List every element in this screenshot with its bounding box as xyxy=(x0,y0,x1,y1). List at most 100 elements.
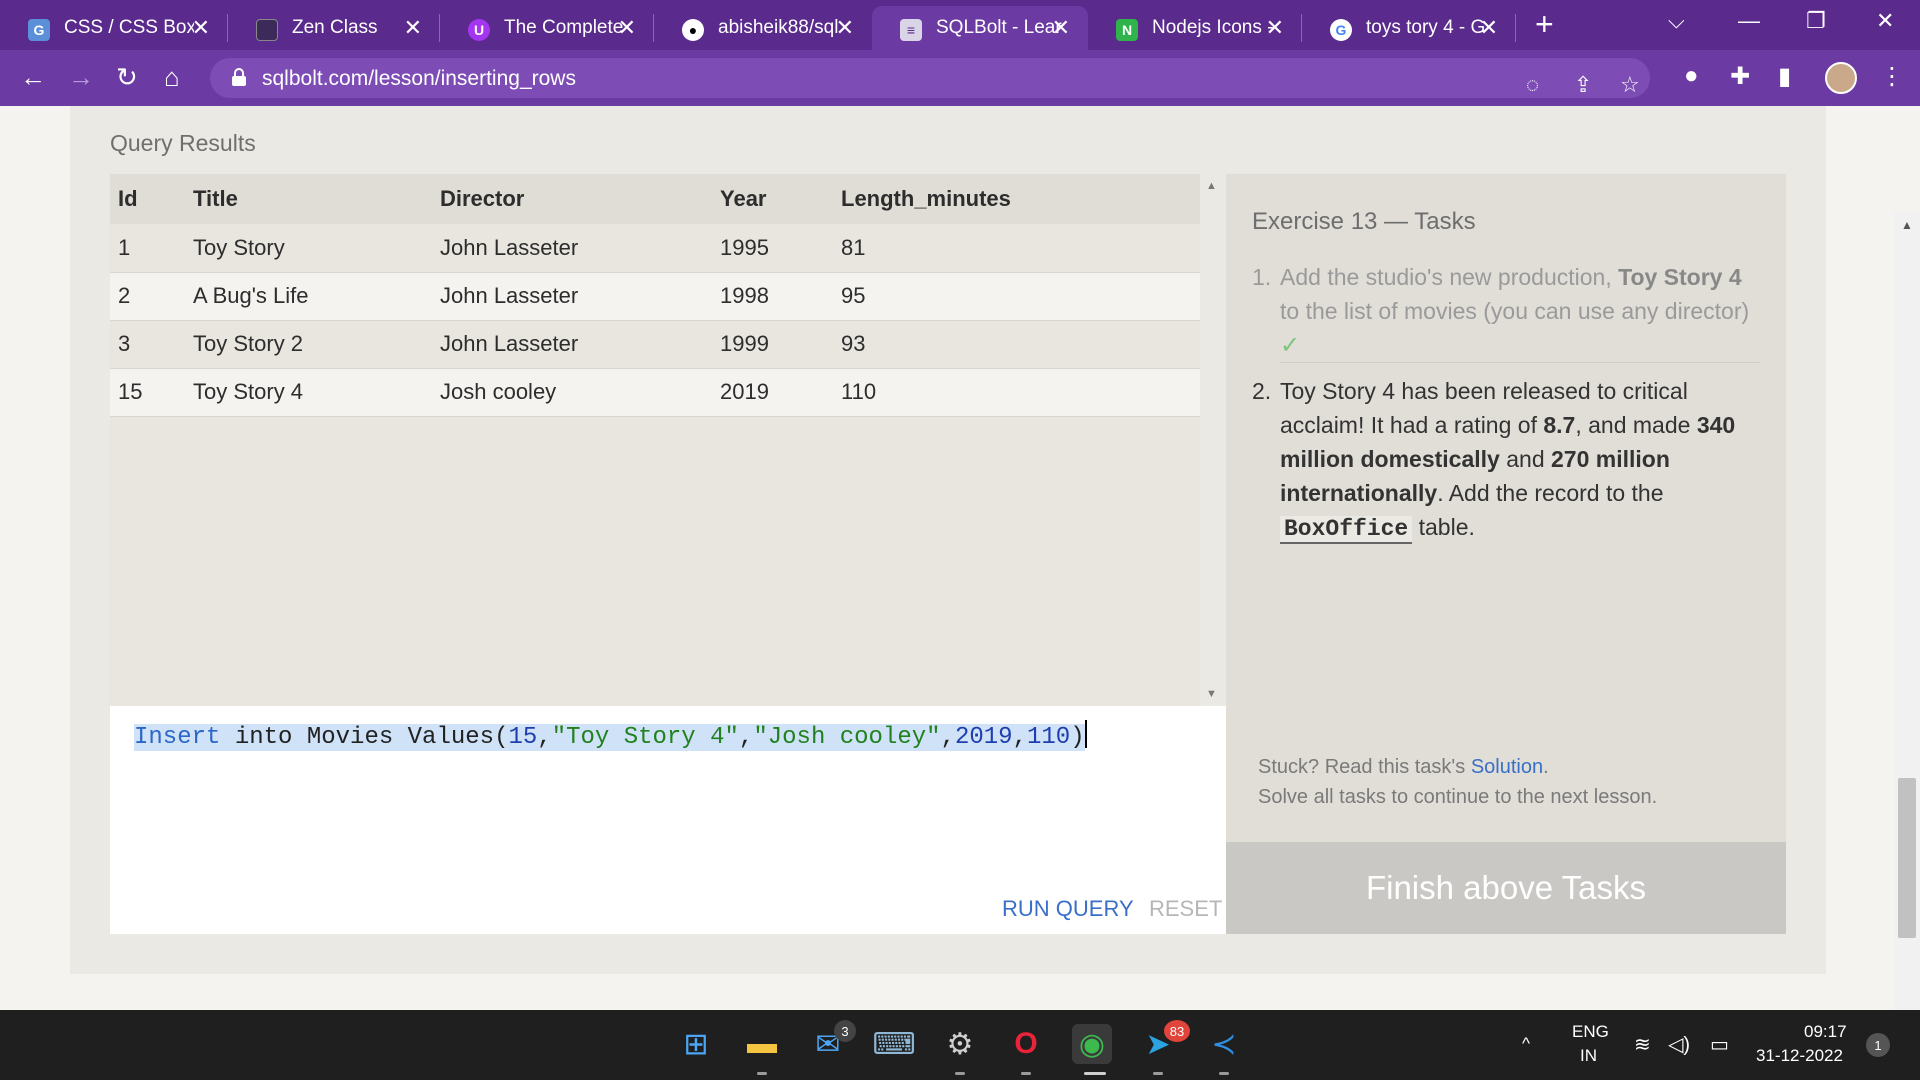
puzzle-extensions-icon[interactable]: ✚ xyxy=(1730,62,1750,91)
task-number: 1. xyxy=(1252,264,1272,290)
reload-icon[interactable]: ↻ xyxy=(116,62,138,93)
running-indicator xyxy=(1219,1072,1229,1075)
vscode-icon[interactable]: ≺ xyxy=(1204,1024,1244,1064)
close-icon[interactable]: ✕ xyxy=(618,15,636,41)
table-cell: 110 xyxy=(833,368,1200,417)
close-icon[interactable]: ✕ xyxy=(1052,15,1070,41)
chrome-browser-icon[interactable]: ◉ xyxy=(1072,1024,1112,1064)
table-cell: 15 xyxy=(110,368,185,417)
new-tab-icon[interactable]: + xyxy=(1535,6,1554,43)
home-icon[interactable]: ⌂ xyxy=(164,62,180,93)
sql-punct: , xyxy=(1012,724,1027,751)
browser-tab-bar: G CSS / CSS Box ✕ Zen Class ✕ U The Comp… xyxy=(0,0,1920,50)
tab-css-box[interactable]: G CSS / CSS Box ✕ xyxy=(0,6,228,50)
running-indicator xyxy=(1021,1072,1031,1075)
run-query-button[interactable]: RUN QUERY xyxy=(1002,896,1134,922)
extension-icon[interactable]: ● xyxy=(1684,62,1699,90)
sql-punct: ) xyxy=(1070,724,1085,751)
column-header-year: Year xyxy=(712,174,833,224)
tab-github[interactable]: ● abisheik88/sql ✕ xyxy=(654,6,872,50)
table-cell: 1995 xyxy=(712,224,833,273)
bookmark-star-icon[interactable]: ☆ xyxy=(1620,72,1640,98)
sql-number: 110 xyxy=(1026,724,1071,751)
menu-dots-icon[interactable]: ⋮ xyxy=(1880,62,1904,91)
column-header-director: Director xyxy=(432,174,712,224)
window-close-icon[interactable]: ✕ xyxy=(1876,8,1894,34)
query-results-title: Query Results xyxy=(110,130,256,156)
restore-icon[interactable]: ❐ xyxy=(1806,8,1826,34)
table-cell: John Lasseter xyxy=(432,224,712,273)
tab-zen-class[interactable]: Zen Class ✕ xyxy=(228,6,440,50)
scroll-up-arrow-icon[interactable]: ▲ xyxy=(1206,180,1217,192)
tab-separator xyxy=(1515,14,1516,42)
windows-start-icon[interactable]: ⊞ xyxy=(676,1024,716,1064)
tab-nodejs-icons[interactable]: N Nodejs Icons - ✕ xyxy=(1088,6,1302,50)
task-text-bold: 8.7 xyxy=(1543,412,1576,438)
task-text-part: . Add the record to the xyxy=(1437,480,1664,506)
task-text-part: Add the studio's new production, xyxy=(1280,264,1619,290)
sql-number: 2019 xyxy=(954,724,1013,751)
avatar[interactable] xyxy=(1825,62,1857,94)
battery-icon[interactable]: ▭ xyxy=(1710,1032,1729,1057)
nodejs-icons-icon: N xyxy=(1116,19,1138,41)
close-icon[interactable]: ✕ xyxy=(1480,15,1498,41)
tab-sqlbolt[interactable]: ≡ SQLBolt - Lear ✕ xyxy=(872,6,1088,50)
clock-date[interactable]: 31-12-2022 xyxy=(1756,1046,1843,1066)
google-icon: G xyxy=(1330,19,1352,41)
close-icon[interactable]: ✕ xyxy=(836,15,854,41)
region-indicator[interactable]: IN xyxy=(1580,1046,1597,1066)
volume-icon[interactable]: ◁) xyxy=(1668,1032,1690,1057)
sql-query-text[interactable]: Insert into Movies Values(15,"Toy Story … xyxy=(134,720,1087,751)
browser-toolbar: ← → ↻ ⌂ sqlbolt.com/lesson/inserting_row… xyxy=(0,50,1920,106)
language-indicator[interactable]: ENG xyxy=(1572,1022,1609,1042)
scroll-thumb[interactable] xyxy=(1898,778,1916,938)
settings-gear-icon[interactable]: ⚙ xyxy=(940,1024,980,1064)
tab-search-chevron-icon[interactable]: ⌵ xyxy=(1668,8,1685,34)
checkmark-icon: ✓ xyxy=(1280,332,1301,359)
running-indicator xyxy=(1153,1072,1163,1075)
close-icon[interactable]: ✕ xyxy=(1266,15,1284,41)
task-text-part: table. xyxy=(1412,514,1475,540)
share-icon[interactable]: ⇪ xyxy=(1574,72,1592,98)
forward-arrow-icon[interactable]: → xyxy=(68,62,94,93)
back-arrow-icon[interactable]: ← xyxy=(20,62,46,93)
sql-string: "Josh cooley" xyxy=(753,724,941,751)
scroll-down-arrow-icon[interactable]: ▼ xyxy=(1206,688,1217,700)
page-content: Query Results Id Title Director Year Len… xyxy=(0,106,1920,1080)
file-explorer-icon[interactable]: ▬ xyxy=(742,1024,782,1064)
wifi-icon[interactable]: ≋ xyxy=(1634,1032,1651,1057)
sql-editor[interactable]: Insert into Movies Values(15,"Toy Story … xyxy=(110,706,1226,934)
scroll-up-arrow-icon[interactable]: ▲ xyxy=(1901,218,1913,232)
sqlbolt-icon: ≡ xyxy=(900,19,922,41)
eye-off-icon[interactable]: ◌ xyxy=(1526,72,1539,98)
task-text-part: to the list of movies (you can use any d… xyxy=(1280,298,1750,324)
task-text: Add the studio's new production, Toy Sto… xyxy=(1280,260,1766,363)
notification-count[interactable]: 1 xyxy=(1866,1033,1890,1057)
minimize-icon[interactable]: — xyxy=(1738,8,1760,34)
results-scrollbar[interactable]: ▲ ▼ xyxy=(1200,174,1224,706)
table-header-row: Id Title Director Year Length_minutes xyxy=(110,174,1200,224)
tab-google-search[interactable]: G toys tory 4 - G ✕ xyxy=(1302,6,1516,50)
opera-browser-icon[interactable]: O xyxy=(1006,1024,1046,1064)
url-text[interactable]: sqlbolt.com/lesson/inserting_rows xyxy=(262,67,576,91)
page-scrollbar[interactable]: ▲ ▼ xyxy=(1894,212,1920,1080)
side-panel-icon[interactable]: ▮ xyxy=(1778,62,1791,91)
touch-keyboard-icon[interactable]: ⌨ xyxy=(872,1024,915,1064)
table-cell: John Lasseter xyxy=(432,320,712,369)
table-cell: 1999 xyxy=(712,320,833,369)
finish-tasks-button[interactable]: Finish above Tasks xyxy=(1226,842,1786,934)
task-number: 2. xyxy=(1252,378,1272,404)
clock-time[interactable]: 09:17 xyxy=(1804,1022,1847,1042)
tab-the-complete[interactable]: U The Complete ✕ xyxy=(440,6,654,50)
show-hidden-icons-chevron-icon[interactable]: ^ xyxy=(1522,1034,1530,1054)
zen-class-icon xyxy=(256,19,278,41)
reset-button[interactable]: RESET xyxy=(1149,896,1222,922)
text-cursor xyxy=(1084,720,1087,748)
close-icon[interactable]: ✕ xyxy=(192,15,210,41)
active-indicator xyxy=(1084,1072,1106,1075)
table-cell: Toy Story 2 xyxy=(185,320,432,369)
column-header-id: Id xyxy=(110,174,185,224)
close-icon[interactable]: ✕ xyxy=(404,15,422,41)
solution-link[interactable]: Solution xyxy=(1471,756,1543,778)
address-bar[interactable]: sqlbolt.com/lesson/inserting_rows ◌ ⇪ ☆ xyxy=(210,58,1650,98)
